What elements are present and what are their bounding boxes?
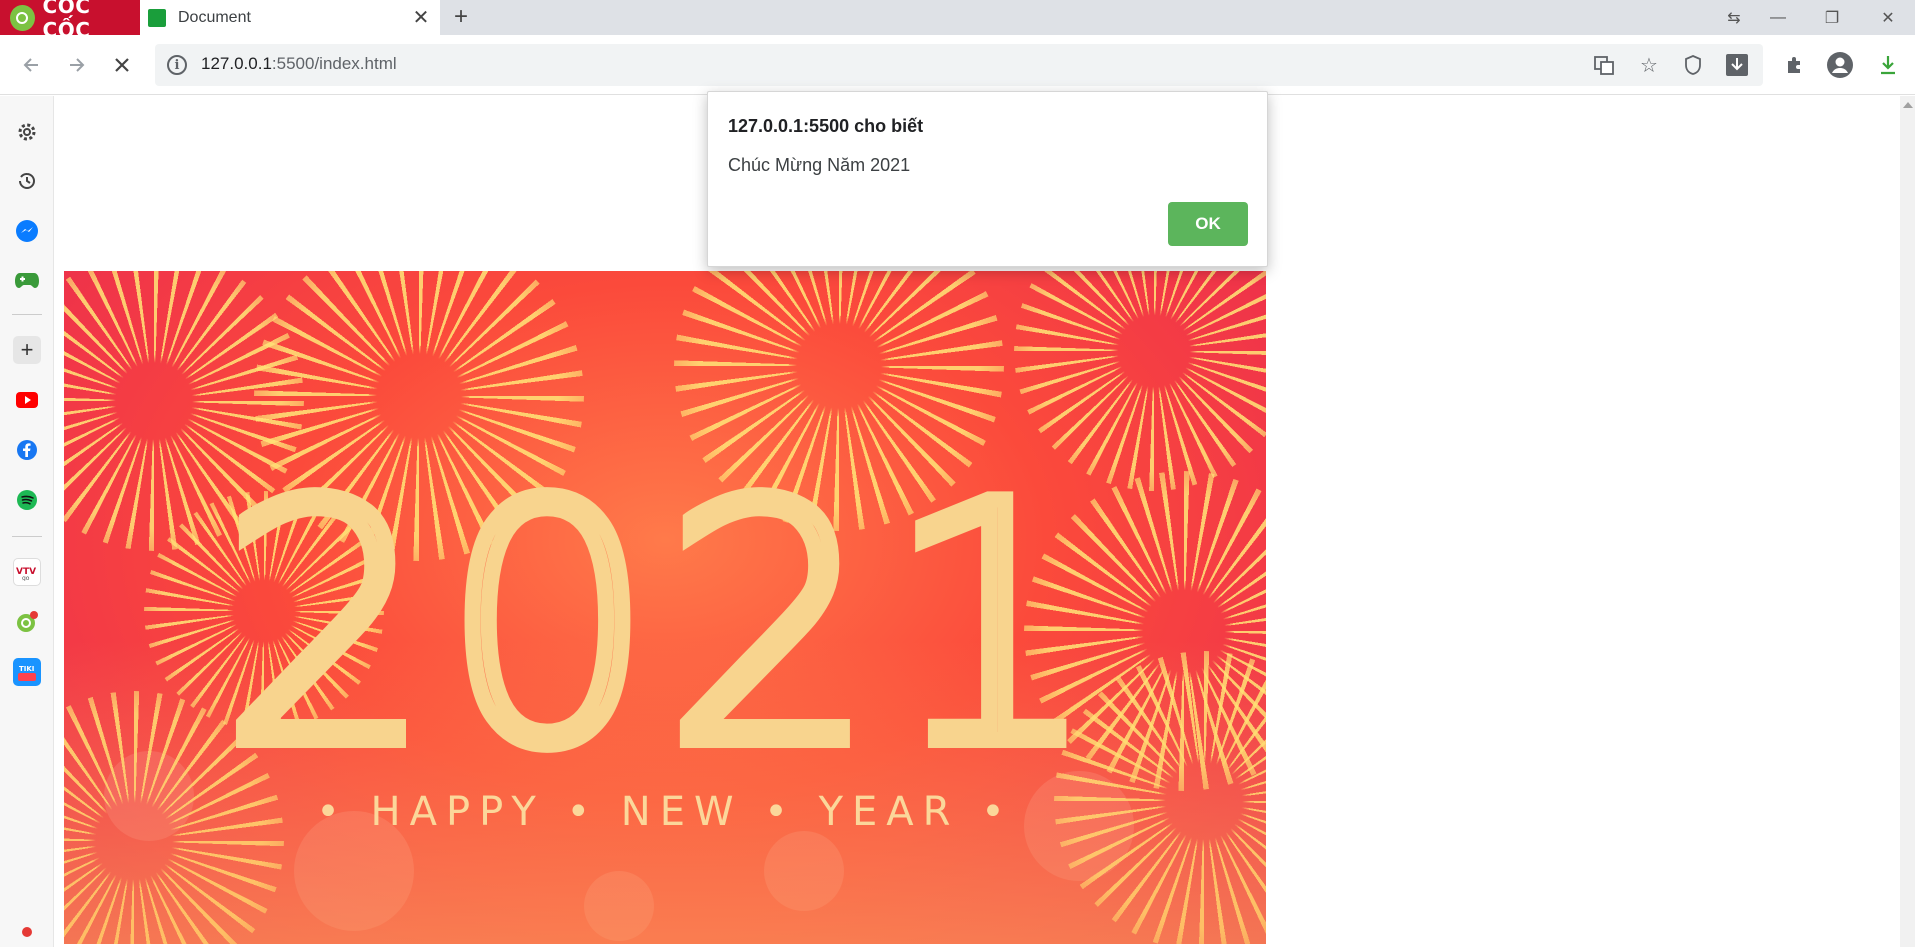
download-page-icon[interactable] bbox=[1725, 53, 1749, 77]
spotify-icon[interactable] bbox=[13, 486, 41, 514]
vtv-go-icon[interactable]: VTV go bbox=[13, 558, 41, 586]
coccoc-icon[interactable] bbox=[13, 608, 41, 636]
banner-year-text: 2021 bbox=[213, 434, 1109, 818]
history-icon[interactable] bbox=[13, 167, 41, 195]
banner-tagline-text: • HAPPY • NEW • YEAR • bbox=[316, 789, 1014, 835]
tab-search-icon[interactable]: ⇆ bbox=[1712, 0, 1756, 35]
address-bar[interactable]: i 127.0.0.1:5500/index.html ☆ bbox=[155, 44, 1763, 86]
new-year-banner-image: 2021 • HAPPY • NEW • YEAR • bbox=[64, 271, 1266, 944]
translate-icon[interactable] bbox=[1592, 53, 1616, 77]
site-info-icon[interactable]: i bbox=[167, 55, 187, 75]
sidebar-divider bbox=[12, 314, 42, 315]
url-text[interactable]: 127.0.0.1:5500/index.html bbox=[201, 54, 397, 74]
tab-document[interactable]: Document ✕ bbox=[140, 0, 440, 35]
vertical-scrollbar[interactable] bbox=[1900, 96, 1915, 947]
profile-avatar-icon[interactable] bbox=[1826, 51, 1854, 79]
add-icon[interactable]: + bbox=[13, 336, 41, 364]
settings-icon[interactable] bbox=[13, 118, 41, 146]
sidebar: + VTV go TIKI bbox=[0, 96, 54, 947]
shield-icon[interactable] bbox=[1681, 53, 1705, 77]
notification-icon[interactable] bbox=[13, 926, 33, 946]
minimize-icon[interactable]: — bbox=[1756, 0, 1800, 35]
game-icon[interactable] bbox=[13, 266, 41, 294]
svg-text:TIKI: TIKI bbox=[19, 665, 34, 673]
back-arrow-icon[interactable] bbox=[18, 51, 46, 79]
url-host: 127.0.0.1 bbox=[201, 54, 272, 73]
downloads-icon[interactable] bbox=[1874, 51, 1902, 79]
new-tab-button[interactable]: + bbox=[448, 3, 474, 30]
scroll-up-arrow-icon[interactable] bbox=[1903, 102, 1913, 108]
messenger-icon[interactable] bbox=[13, 217, 41, 245]
extensions-icon[interactable] bbox=[1780, 51, 1808, 79]
youtube-icon[interactable] bbox=[13, 386, 41, 414]
alert-dialog: 127.0.0.1:5500 cho biết Chúc Mừng Năm 20… bbox=[707, 91, 1268, 267]
close-icon[interactable]: ✕ bbox=[410, 6, 432, 29]
sidebar-divider-2 bbox=[12, 536, 42, 537]
coccoc-brand[interactable]: CỐC CỐC bbox=[0, 0, 140, 42]
tiki-icon[interactable]: TIKI bbox=[13, 658, 41, 686]
coccoc-logo-icon bbox=[10, 4, 35, 31]
stop-loading-icon[interactable] bbox=[108, 51, 136, 79]
forward-arrow-icon[interactable] bbox=[62, 51, 90, 79]
url-path: :5500/index.html bbox=[271, 54, 397, 73]
window-close-icon[interactable]: ✕ bbox=[1866, 0, 1910, 35]
restore-icon[interactable]: ❐ bbox=[1810, 0, 1854, 35]
star-icon[interactable]: ☆ bbox=[1637, 53, 1661, 77]
ok-button[interactable]: OK bbox=[1168, 202, 1248, 246]
tab-favicon-icon bbox=[148, 8, 166, 27]
tab-bar: CỐC CỐC Document ✕ + ⇆ — ❐ ✕ bbox=[0, 0, 1915, 42]
facebook-icon[interactable] bbox=[13, 436, 41, 464]
svg-text:go: go bbox=[22, 575, 30, 581]
dialog-message: Chúc Mừng Năm 2021 bbox=[728, 155, 911, 175]
toolbar: i 127.0.0.1:5500/index.html ☆ bbox=[0, 35, 1915, 95]
dialog-title: 127.0.0.1:5500 cho biết bbox=[728, 116, 924, 136]
tab-title: Document bbox=[178, 8, 251, 26]
